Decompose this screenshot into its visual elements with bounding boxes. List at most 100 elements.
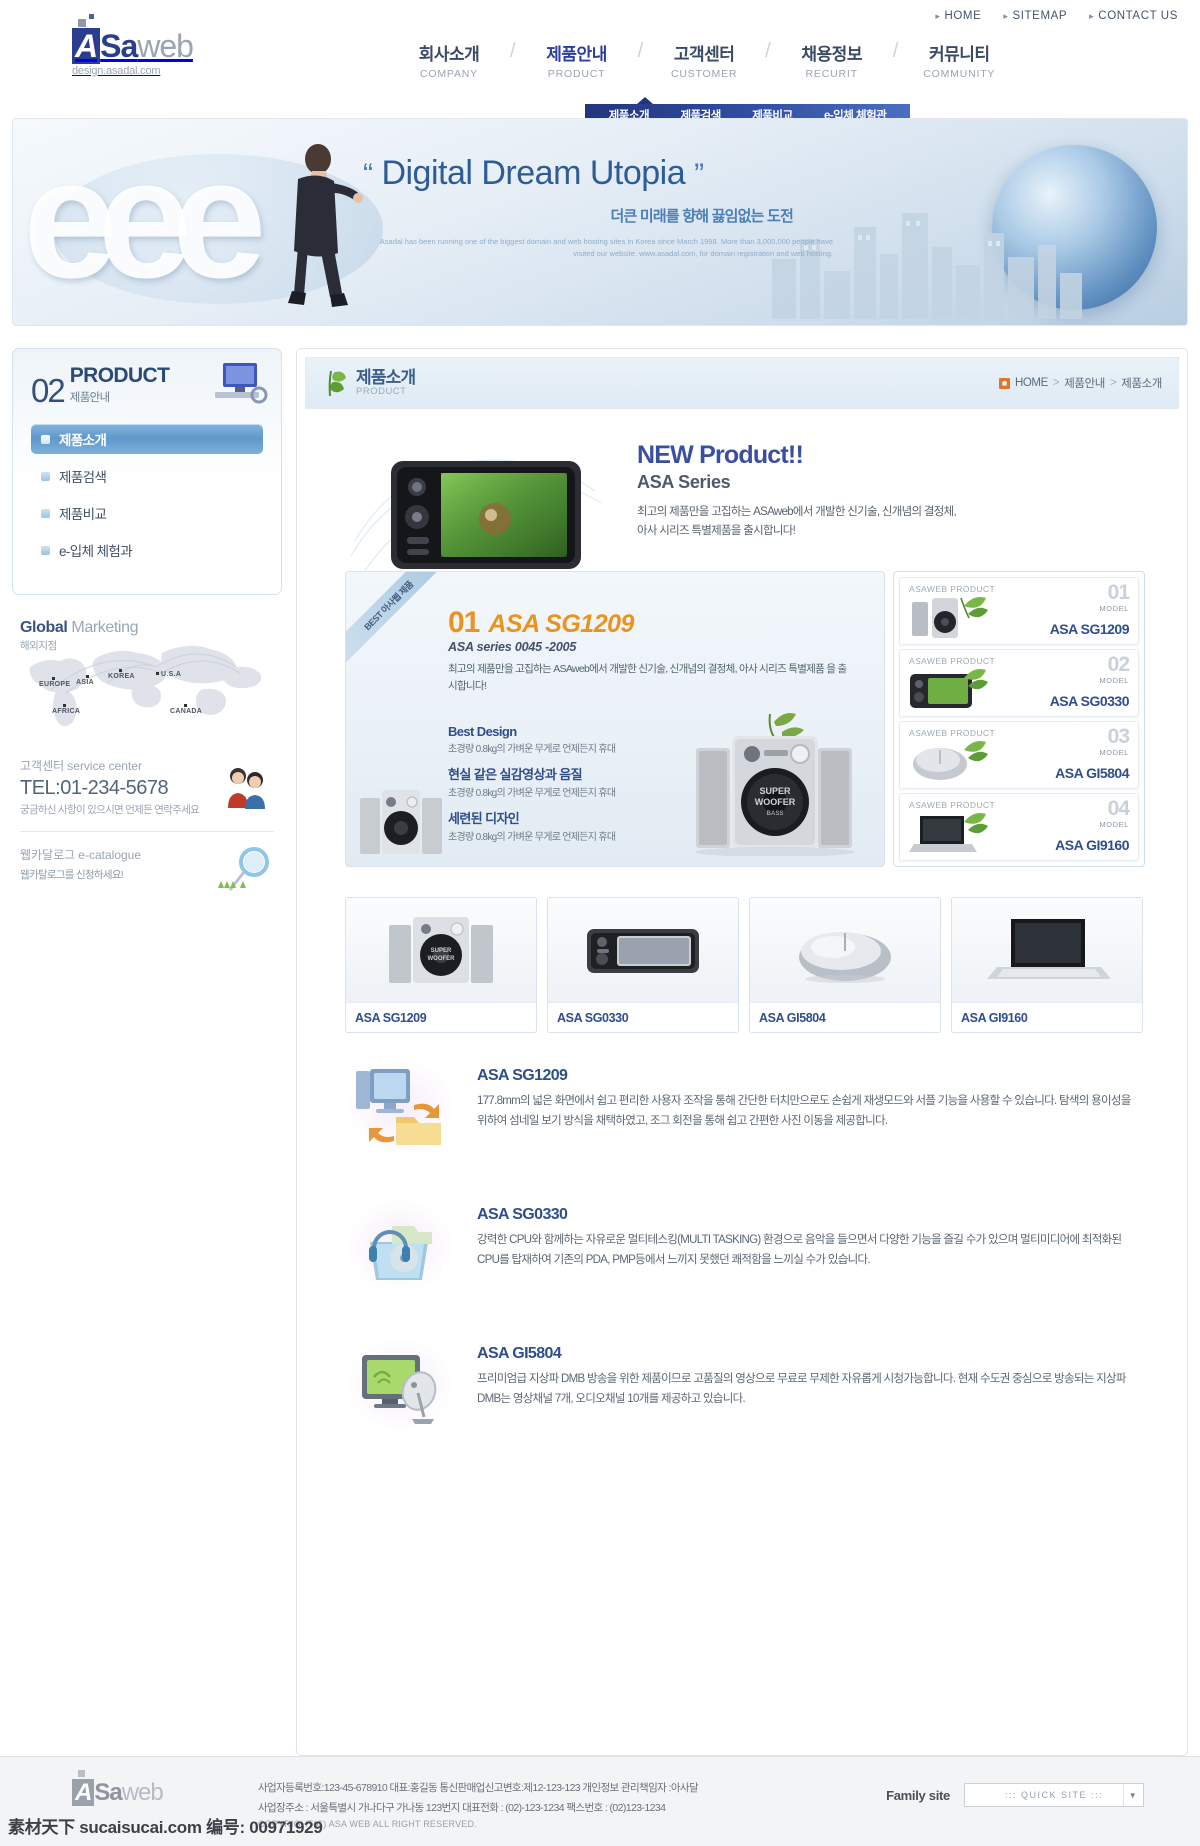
thumbnail-image [952, 898, 1142, 1002]
magnifier-icon [218, 847, 269, 891]
svg-text:WOOFER: WOOFER [755, 797, 796, 807]
footer-info-line2: 사업장주소 : 서울특별시 가나다구 가나동 123번지 대표전화 : (02)… [258, 1801, 666, 1814]
laptop-illustration [987, 919, 1111, 979]
thumbnail-image [750, 898, 940, 1002]
map-label-asia: ASIA [76, 679, 94, 686]
map-dot-usa [156, 672, 159, 675]
chevron-down-icon[interactable]: ▼ [1123, 1784, 1143, 1806]
square-bullet-icon [41, 508, 50, 518]
computer-icon [215, 363, 268, 404]
leaf-accent-icon [964, 741, 988, 762]
local-nav-subtitle: 제품안내 [69, 392, 111, 404]
sidebar-item-product-search[interactable]: 제품검색 [31, 461, 263, 491]
logo-letter-a: A [72, 28, 101, 64]
family-site-group: Family site ::: QUICK SITE ::: ▼ [886, 1783, 1144, 1807]
map-dot-asia [86, 675, 89, 678]
square-bullet-icon [41, 434, 50, 444]
page-subtitle: PRODUCT [356, 386, 407, 398]
footer-logo-letter-a: A [72, 1779, 95, 1806]
square-bullet-icon [41, 471, 50, 481]
utility-link-home[interactable]: ▸ HOME [935, 10, 981, 22]
product-card-02[interactable]: ASAWEB PRODUCT 02 MODEL ASA SG0330 [899, 649, 1139, 717]
sidebar-item-product-intro-label: 제품소개 [59, 433, 107, 448]
footer-logo-letters-sa: Sa [94, 1779, 122, 1806]
best-product-number: 01 [448, 606, 480, 639]
detail-icon-wrap [345, 1059, 455, 1154]
nav-item-company-ko: 회사소개 [418, 45, 480, 64]
utility-link-contact[interactable]: ▸ CONTACT US [1089, 10, 1178, 22]
detail-row-sg0330: ASA SG0330 강력한 CPU와 함께하는 자유로운 멀티테스킹(MULT… [345, 1198, 1155, 1293]
global-marketing-widget: Global Marketing 해외지점 EUROPE ASIA KOREA … [12, 619, 282, 739]
home-icon [998, 377, 1010, 389]
service-center-title-en: service center [67, 759, 142, 773]
detail-body: ASA GI5804 프리미엄급 지상파 DMB 방송을 위한 제품이므로 고품… [477, 1337, 1137, 1409]
detail-body: ASA SG1209 177.8mm의 넓은 화면에서 쉽고 편리한 사용자 조… [477, 1059, 1137, 1131]
nav-item-company[interactable]: 회사소개 COMPANY [390, 40, 508, 80]
bullet-icon: ▸ [935, 10, 941, 21]
nav-separator: / [892, 40, 899, 62]
nav-item-product[interactable]: 제품안내 PRODUCT [518, 40, 636, 80]
page-header: 제품소개 PRODUCT HOME > 제품안내 > 제품소개 [305, 357, 1179, 409]
hero-title: NEW Product!! [637, 441, 804, 469]
site-logo[interactable]: ASaweb design.asadal.com [72, 14, 194, 77]
map-label-korea: KOREA [108, 673, 135, 680]
sidebar-item-product-compare[interactable]: 제품비교 [31, 498, 263, 528]
product-card-01[interactable]: ASAWEB PRODUCT 01 MODEL ASA SG1209 [899, 577, 1139, 645]
thumbnail-card-gi5804[interactable]: ASA GI5804 [749, 897, 941, 1033]
banner-e-letters: eee [23, 124, 267, 314]
thumbnail-caption: ASA GI9160 [952, 1002, 1142, 1032]
sidebar-item-experience[interactable]: e-입체 체험과 [31, 535, 263, 565]
thumbnail-card-sg1209[interactable]: SUPER WOOFER ASA SG1209 [345, 897, 537, 1033]
thumbnail-card-sg0330[interactable]: ASA SG0330 [547, 897, 739, 1033]
logo-tagline: design.asadal.com [72, 65, 161, 77]
e-catalogue-title-en: e-catalogue [78, 848, 142, 862]
breadcrumb-product[interactable]: 제품안내 [1064, 375, 1105, 391]
left-sidebar: 02 PRODUCT 제품안내 제품소개 제품검색 제품비교 e-입체 체험과 … [12, 348, 282, 902]
best-product-model: ASA SG1209 [488, 610, 634, 638]
monitor-folder-sync-icon [356, 1068, 441, 1145]
breadcrumb-home[interactable]: HOME [1015, 377, 1048, 389]
product-card-03[interactable]: ASAWEB PRODUCT 03 MODEL ASA GI5804 [899, 721, 1139, 789]
nav-item-community[interactable]: 커뮤니티 COMMUNITY [900, 40, 1018, 80]
service-center-title-ko: 고객센터 [20, 759, 65, 773]
tv-satellite-dish-icon [362, 1354, 437, 1424]
site-footer: A Saweb 사업자등록번호:123-45-678910 대표:홍길동 통신판매… [0, 1756, 1200, 1846]
banner-fine-print: Asadal has been running one of the bigge… [379, 237, 833, 258]
detail-row-gi5804: ASA GI5804 프리미엄급 지상파 DMB 방송을 위한 제품이므로 고품… [345, 1337, 1155, 1432]
product-card-04[interactable]: ASAWEB PRODUCT 04 MODEL ASA GI9160 [899, 793, 1139, 861]
family-site-label: Family site [886, 1787, 950, 1803]
best-product-panel: BEST 아사웹 제품 01 ASA SG1209 ASA series 004… [345, 571, 885, 867]
nav-separator: / [765, 40, 771, 62]
hero-subtitle: ASA Series [637, 472, 731, 492]
svg-text:BASS: BASS [767, 811, 784, 817]
detail-body: ASA SG0330 강력한 CPU와 함께하는 자유로운 멀티테스킹(MULT… [477, 1198, 1137, 1270]
utility-nav: ▸ HOME ▸ SITEMAP ▸ CONTACT US [935, 10, 1178, 22]
square-bullet-icon [41, 545, 50, 555]
local-nav-title: PRODUCT [69, 364, 170, 387]
nav-item-recruit[interactable]: 채용정보 RECURIT [773, 40, 891, 80]
thumbnail-card-gi9160[interactable]: ASA GI9160 [951, 897, 1143, 1033]
product-card-model: ASA GI5804 [1055, 765, 1129, 781]
leaf-icon [328, 370, 346, 397]
utility-link-sitemap[interactable]: ▸ SITEMAP [1003, 10, 1067, 22]
detail-icon-wrap [345, 1198, 455, 1293]
sidebar-divider [20, 831, 274, 832]
banner-title-text: Digital Dream Utopia [381, 154, 686, 192]
detail-text: 강력한 CPU와 함께하는 자유로운 멀티테스킹(MULTI TASKING) … [477, 1234, 1122, 1267]
page-title: 제품소개 [356, 367, 416, 387]
e-catalogue-widget: 웹카달로그 e-catalogue 웹카탈로그를 신청하세요! [12, 846, 282, 902]
quick-site-select[interactable]: ::: QUICK SITE ::: ▼ [964, 1783, 1144, 1807]
headphone-media-folder-icon [369, 1225, 432, 1280]
footer-info-line1: 사업자등록번호:123-45-678910 대표:홍길동 통신판매업신고변호:제… [258, 1782, 699, 1794]
banner-woman-illustration [288, 144, 363, 307]
banner-title: “ Digital Dream Utopia ” [363, 154, 863, 193]
local-nav-number: 02 [31, 371, 66, 409]
nav-item-recruit-ko: 채용정보 [801, 45, 862, 64]
footer-logo: A Saweb [72, 1770, 164, 1807]
main-content: 제품소개 PRODUCT HOME > 제품안내 > 제품소개 NEW Prod… [296, 348, 1188, 1756]
detail-row-sg1209: ASA SG1209 177.8mm의 넓은 화면에서 쉽고 편리한 사용자 조… [345, 1059, 1155, 1154]
banner-open-quote: “ [363, 158, 373, 191]
product-card-model: ASA SG0330 [1049, 693, 1130, 709]
sidebar-item-product-intro[interactable]: 제품소개 [31, 424, 263, 454]
nav-item-customer[interactable]: 고객센터 CUSTOMER [645, 40, 763, 80]
